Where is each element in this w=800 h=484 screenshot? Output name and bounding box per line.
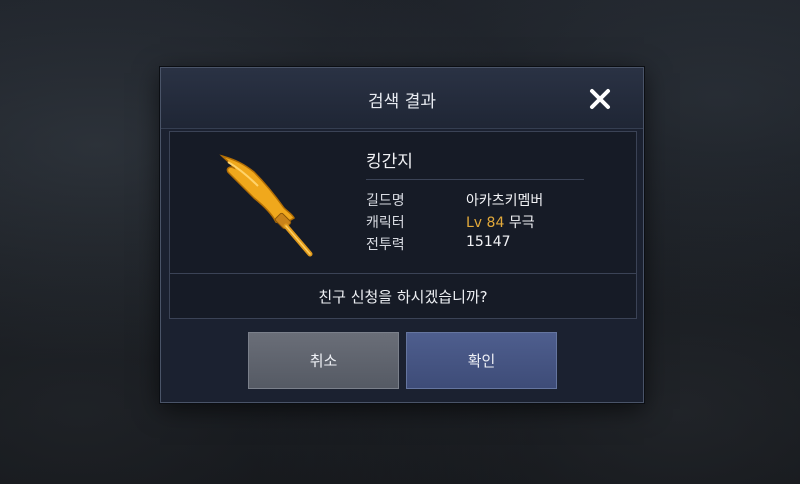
close-icon [590,89,610,109]
question-divider [170,273,636,274]
power-value: 15147 [466,234,511,250]
character-info-panel: 킹간지 길드명 아카츠키멤버 캐릭터 Lv 84 무극 전투력 15147 친구… [169,131,637,319]
confirm-button[interactable]: 확인 [406,332,557,389]
power-label: 전투력 [366,237,405,253]
cancel-button[interactable]: 취소 [248,332,399,389]
character-name: 킹간지 [366,152,413,172]
dialog-title: 검색 결과 [368,92,436,112]
character-level: Lv 84 [466,215,505,231]
character-class: 무극 [508,215,535,231]
close-button[interactable] [587,86,613,112]
weapon-brush-icon [219,154,313,257]
guild-value: 아카츠키멤버 [466,193,544,209]
friend-request-question: 친구 신청을 하시겠습니까? [318,288,488,306]
guild-label: 길드명 [366,193,405,209]
search-result-dialog: 검색 결과 킹간지 길드명 아카츠키멤버 캐릭터 Lv 84 무극 전투력 15… [160,67,644,403]
dialog-header: 검색 결과 [161,68,643,129]
character-label: 캐릭터 [366,215,405,231]
name-divider [366,179,584,180]
character-value: Lv 84 무극 [466,212,535,232]
